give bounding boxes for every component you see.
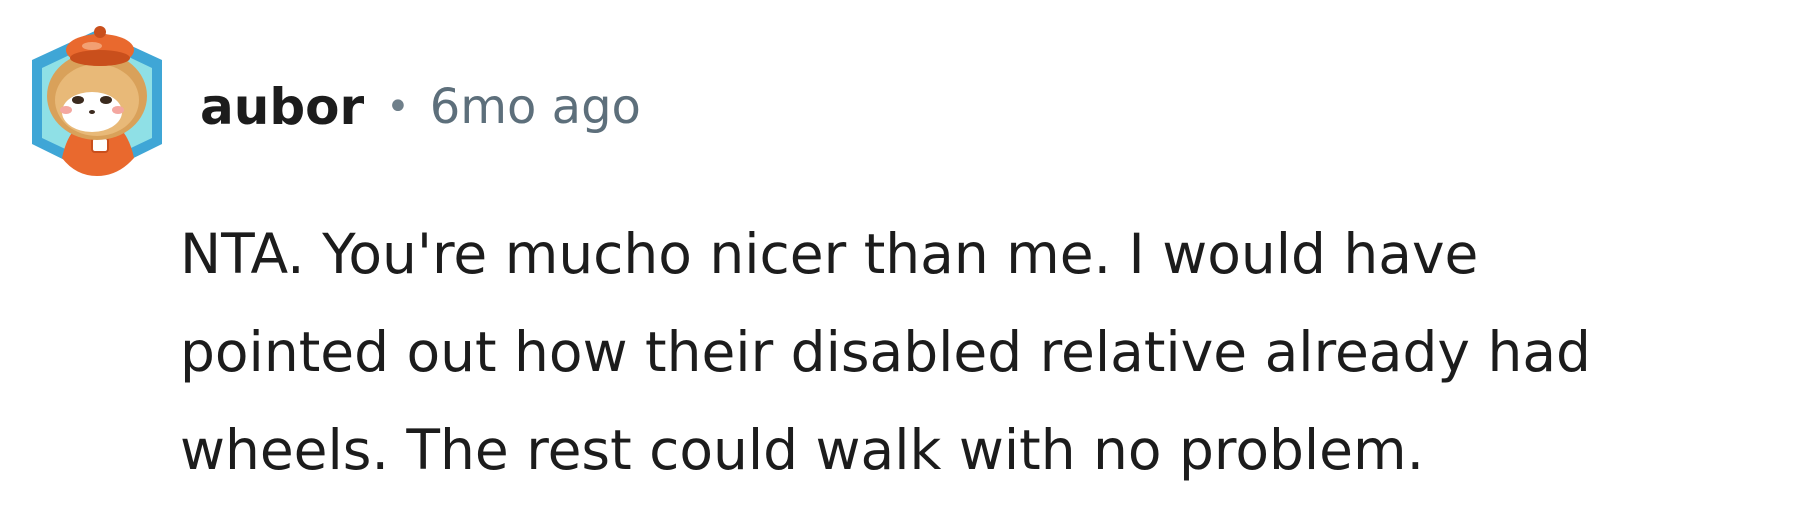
author-username[interactable]: aubor	[200, 78, 364, 136]
user-avatar[interactable]	[22, 8, 172, 184]
comment-body-line: wheels. The rest could walk with no prob…	[180, 418, 1425, 482]
hamster-avatar-icon	[32, 26, 162, 176]
comment: aubor • 6mo ago NTA. You're mucho nicer …	[0, 0, 1806, 507]
comment-body-line: pointed out how their disabled relative …	[180, 320, 1591, 384]
comment-body: NTA. You're mucho nicer than me. I would…	[180, 205, 1790, 499]
comment-body-line: NTA. You're mucho nicer than me. I would…	[180, 222, 1479, 286]
meta-separator: •	[386, 84, 410, 130]
comment-timestamp[interactable]: 6mo ago	[430, 79, 641, 135]
comment-meta: aubor • 6mo ago	[200, 72, 641, 142]
